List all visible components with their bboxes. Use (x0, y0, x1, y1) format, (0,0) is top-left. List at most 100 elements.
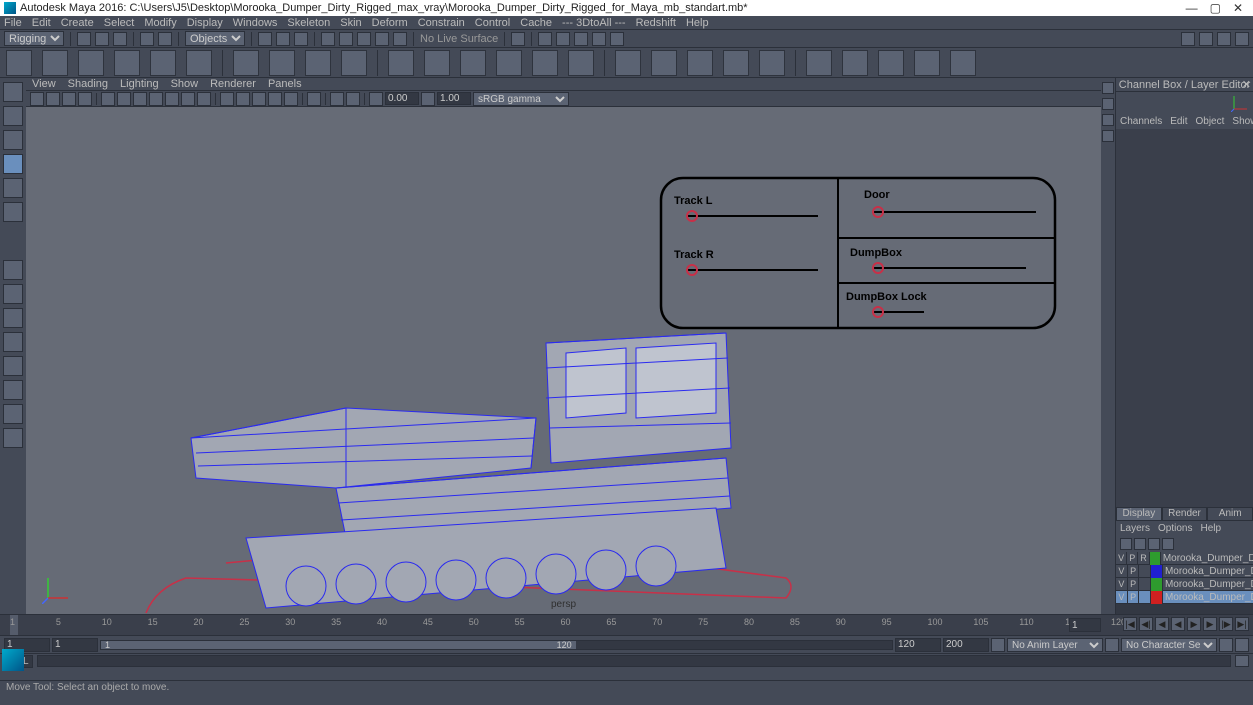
shelf-muscle-5-icon[interactable] (759, 50, 785, 76)
layer-move-down-icon[interactable] (1134, 538, 1146, 550)
layer-color-swatch[interactable] (1150, 552, 1161, 565)
vp-gamma-icon[interactable] (421, 92, 435, 106)
layer-row[interactable]: VPRMorooka_Dumper_Dirty (1116, 552, 1253, 565)
layout-persp-graph-icon[interactable] (3, 404, 23, 424)
vp-shadows-icon[interactable] (284, 92, 298, 106)
layer-color-swatch[interactable] (1151, 565, 1163, 578)
menu-select[interactable]: Select (104, 17, 135, 29)
shelf-constraint-4-icon[interactable] (496, 50, 522, 76)
scale-tool[interactable] (3, 202, 23, 222)
menu-display[interactable]: Display (187, 17, 223, 29)
layer-row[interactable]: VPMorooka_Dumper_Dir (1116, 578, 1253, 591)
menu-redshift[interactable]: Redshift (636, 17, 676, 29)
layer-playback-toggle[interactable]: P (1128, 578, 1140, 591)
view-menu-lighting[interactable]: Lighting (120, 78, 159, 90)
set-key-icon[interactable] (1105, 638, 1119, 652)
shelf-hair-1-icon[interactable] (806, 50, 832, 76)
range-start-inner[interactable] (52, 638, 98, 652)
menu-create[interactable]: Create (61, 17, 94, 29)
channel-box-tab-icon[interactable] (1102, 114, 1114, 126)
vp-resolution-gate-icon[interactable] (133, 92, 147, 106)
auto-key-icon[interactable] (991, 638, 1005, 652)
layout-outliner-icon[interactable] (3, 380, 23, 400)
construction-history-icon[interactable] (511, 32, 525, 46)
shelf-hair-5-icon[interactable] (950, 50, 976, 76)
menu-deform[interactable]: Deform (372, 17, 408, 29)
vp-shaded-icon[interactable] (236, 92, 250, 106)
layout-two-stack-icon[interactable] (3, 332, 23, 352)
panel-layout-1-icon[interactable] (1181, 32, 1195, 46)
time-slider[interactable]: 1510152025303540455055606570758085909510… (0, 614, 1253, 636)
viewport[interactable]: Track L Track R Door DumpBox (26, 107, 1101, 614)
script-editor-icon[interactable] (1235, 655, 1249, 667)
go-to-end-button[interactable]: ▶| (1235, 617, 1249, 631)
layer-visible-toggle[interactable]: V (1116, 591, 1128, 604)
shelf-joint-icon[interactable] (42, 50, 68, 76)
layer-visible-toggle[interactable]: V (1116, 578, 1128, 591)
layer-visible-toggle[interactable]: V (1116, 552, 1127, 565)
ipr-render-icon[interactable] (556, 32, 570, 46)
color-transform-dropdown[interactable]: sRGB gamma (473, 92, 569, 106)
layer-color-swatch[interactable] (1151, 591, 1163, 604)
shelf-blend-icon[interactable] (341, 50, 367, 76)
vp-camera-attr-icon[interactable] (46, 92, 60, 106)
layer-color-swatch[interactable] (1151, 578, 1163, 591)
channel-box-close-icon[interactable]: ✕ (1242, 78, 1251, 91)
snap-point-icon[interactable] (357, 32, 371, 46)
no-live-surface-label[interactable]: No Live Surface (420, 33, 498, 45)
layer-type-toggle[interactable] (1139, 578, 1151, 591)
layer-row[interactable]: VPMorooka_Dumper_Dir (1116, 591, 1253, 604)
select-by-hierarchy-icon[interactable] (258, 32, 272, 46)
layer-tab-anim[interactable]: Anim (1207, 507, 1253, 521)
layer-scrollbar[interactable] (1116, 604, 1253, 614)
step-forward-button[interactable]: ▶ (1203, 617, 1217, 631)
workspace-dropdown[interactable]: Rigging (4, 31, 64, 46)
layer-tab-render[interactable]: Render (1162, 507, 1208, 521)
menu-constrain[interactable]: Constrain (418, 17, 465, 29)
layer-tab-display[interactable]: Display (1116, 507, 1162, 521)
vp-exposure-icon[interactable] (369, 92, 383, 106)
playback-prefs-icon[interactable] (1219, 638, 1233, 652)
menu-skeleton[interactable]: Skeleton (287, 17, 330, 29)
shelf-human-icon[interactable] (186, 50, 212, 76)
step-back-key-button[interactable]: ◀| (1139, 617, 1153, 631)
vp-safe-action-icon[interactable] (181, 92, 195, 106)
play-forward-button[interactable]: ▶ (1187, 617, 1201, 631)
go-to-start-button[interactable]: |◀ (1123, 617, 1137, 631)
snap-grid-icon[interactable] (321, 32, 335, 46)
maximize-button[interactable]: ▢ (1210, 1, 1221, 15)
snap-live-icon[interactable] (393, 32, 407, 46)
undo-icon[interactable] (140, 32, 154, 46)
lasso-tool[interactable] (3, 106, 23, 126)
redo-icon[interactable] (158, 32, 172, 46)
menu-control[interactable]: Control (475, 17, 510, 29)
snap-plane-icon[interactable] (375, 32, 389, 46)
select-by-object-icon[interactable] (276, 32, 290, 46)
render-settings-icon[interactable] (574, 32, 588, 46)
close-button[interactable]: ✕ (1233, 1, 1243, 15)
layout-hypershade-icon[interactable] (3, 428, 23, 448)
select-by-component-icon[interactable] (294, 32, 308, 46)
shelf-constraint-1-icon[interactable] (388, 50, 414, 76)
new-scene-icon[interactable] (77, 32, 91, 46)
current-frame-field-right[interactable] (1069, 618, 1101, 632)
shelf-lattice-icon[interactable] (233, 50, 259, 76)
play-back-button[interactable]: ◀ (1171, 617, 1185, 631)
cb-menu-show[interactable]: Show (1232, 116, 1253, 127)
shelf-home-icon[interactable] (6, 50, 32, 76)
menu-windows[interactable]: Windows (233, 17, 278, 29)
attribute-editor-tab-icon[interactable] (1102, 82, 1114, 94)
shelf-paint-icon[interactable] (150, 50, 176, 76)
gamma-input[interactable] (437, 92, 471, 105)
step-forward-key-button[interactable]: |▶ (1219, 617, 1233, 631)
shelf-constraint-2-icon[interactable] (424, 50, 450, 76)
step-back-button[interactable]: ◀ (1155, 617, 1169, 631)
layer-row[interactable]: VPMorooka_Dumper_Dir (1116, 565, 1253, 578)
vp-grid-icon[interactable] (101, 92, 115, 106)
layer-menu-help[interactable]: Help (1200, 523, 1221, 534)
shelf-muscle-1-icon[interactable] (615, 50, 641, 76)
layer-type-toggle[interactable]: R (1138, 552, 1149, 565)
menu-3dtoall[interactable]: --- 3DtoAll --- (562, 17, 626, 29)
layout-three-icon[interactable] (3, 356, 23, 376)
range-end-inner[interactable] (895, 638, 941, 652)
